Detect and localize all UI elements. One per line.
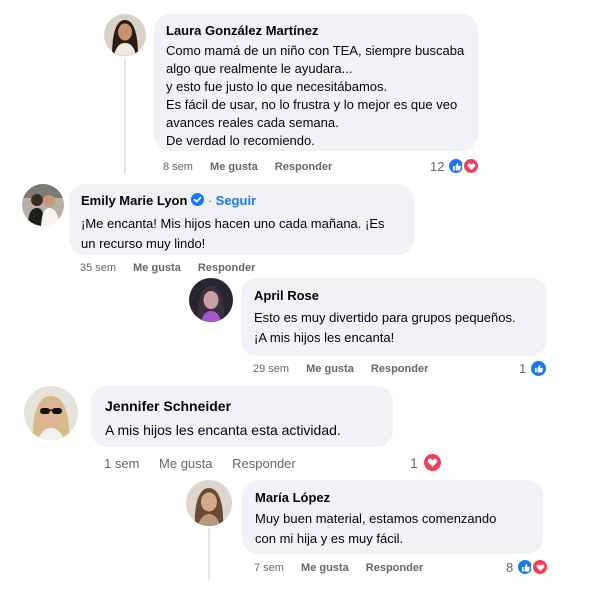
comment-bubble: April Rose Esto es muy divertido para gr… [241, 278, 547, 356]
comment-text-line: Muy buen material, estamos comenzando [255, 511, 497, 526]
comment-jennifer: Jennifer Schneider A mis hijos les encan… [0, 380, 600, 476]
comment-time[interactable]: 7 sem [254, 562, 284, 574]
comment-text-line: con mi hija y es muy fácil. [255, 531, 404, 546]
comment-actions: 29 sem Me gusta Responder [253, 363, 428, 375]
comment-actions: 35 sem Me gusta Responder [80, 262, 255, 274]
thread-line [124, 58, 126, 174]
reaction-count: 1 [519, 361, 527, 376]
reply-button[interactable]: Responder [366, 562, 423, 574]
comment-text-line: Esto es muy divertido para grupos pequeñ… [254, 310, 516, 325]
comment-author[interactable]: María López [255, 489, 530, 506]
comment-time[interactable]: 35 sem [80, 262, 116, 274]
comment-text-line: De verdad lo recomiendo. [166, 133, 315, 148]
reaction-summary[interactable]: 8 [506, 558, 550, 576]
comment-bubble: Laura González Martínez Como mamá de un … [154, 14, 478, 151]
reaction-count: 12 [430, 158, 445, 174]
love-icon [531, 558, 550, 576]
follow-button[interactable]: Seguir [216, 193, 256, 208]
comment-text-line: algo que realmente le ayudara... [166, 61, 353, 76]
comment-text-line: avances reales cada semana. [166, 115, 339, 130]
reaction-summary[interactable]: 12 [430, 157, 481, 175]
avatar[interactable] [189, 278, 233, 322]
like-button[interactable]: Me gusta [301, 562, 349, 574]
comment-time[interactable]: 1 sem [104, 456, 139, 471]
comment-bubble: Jennifer Schneider A mis hijos les encan… [91, 386, 393, 447]
reply-button[interactable]: Responder [232, 456, 296, 471]
like-button[interactable]: Me gusta [210, 161, 258, 173]
reply-button[interactable]: Responder [275, 161, 332, 173]
comment-text-line: ¡A mis hijos les encanta! [254, 330, 395, 345]
verified-badge-icon [191, 193, 205, 210]
avatar[interactable] [186, 480, 232, 526]
comment-author[interactable]: Jennifer Schneider [105, 397, 379, 415]
avatar[interactable] [24, 386, 78, 440]
comment-text-line: y esto fue justo lo que necesitábamos. [166, 79, 388, 94]
comment-text-line: ¡Me encanta! Mis hijos hacen uno cada ma… [81, 216, 385, 232]
reaction-count: 8 [506, 559, 514, 575]
comment-author[interactable]: April Rose [254, 287, 534, 304]
reaction-summary[interactable]: 1 [519, 359, 549, 378]
like-button[interactable]: Me gusta [306, 363, 354, 375]
comment-laura: Laura González Martínez Como mamá de un … [0, 0, 600, 182]
comment-actions: 8 sem Me gusta Responder [163, 161, 332, 173]
comment-text-line: Es fácil de usar, no lo frustra y lo mej… [166, 97, 458, 112]
like-button[interactable]: Me gusta [159, 456, 212, 471]
comment-emily: Emily Marie Lyon · Seguir ¡Me encanta! M… [0, 182, 600, 278]
love-icon [462, 157, 481, 175]
comment-author[interactable]: Emily Marie Lyon [81, 193, 187, 208]
reaction-count: 1 [410, 454, 418, 471]
like-button[interactable]: Me gusta [133, 262, 181, 274]
reaction-summary[interactable]: 1 [410, 452, 443, 473]
comment-author-row: Emily Marie Lyon · Seguir [81, 192, 402, 210]
comment-text-line: A mis hijos les encanta esta actividad. [105, 422, 341, 438]
like-icon [529, 359, 549, 378]
comment-actions: 1 sem Me gusta Responder [104, 456, 296, 471]
comment-time[interactable]: 8 sem [163, 161, 193, 173]
comment-april: April Rose Esto es muy divertido para gr… [0, 278, 600, 380]
comment-text-line: Como mamá de un niño con TEA, siempre bu… [166, 43, 465, 58]
comment-time[interactable]: 29 sem [253, 363, 289, 375]
avatar[interactable] [104, 14, 146, 56]
comment-actions: 7 sem Me gusta Responder [254, 562, 423, 574]
love-icon [421, 452, 443, 473]
separator-dot: · [207, 193, 213, 208]
comment-bubble: Emily Marie Lyon · Seguir ¡Me encanta! M… [69, 184, 414, 255]
comment-text-line: un recurso muy lindo! [81, 236, 206, 252]
thread-line [208, 528, 210, 580]
comment-author[interactable]: Laura González Martínez [166, 23, 466, 39]
reply-button[interactable]: Responder [198, 262, 255, 274]
reply-button[interactable]: Responder [371, 363, 428, 375]
avatar[interactable] [22, 184, 64, 226]
comment-maria: María López Muy buen material, estamos c… [0, 476, 600, 600]
comment-bubble: María López Muy buen material, estamos c… [242, 480, 543, 554]
